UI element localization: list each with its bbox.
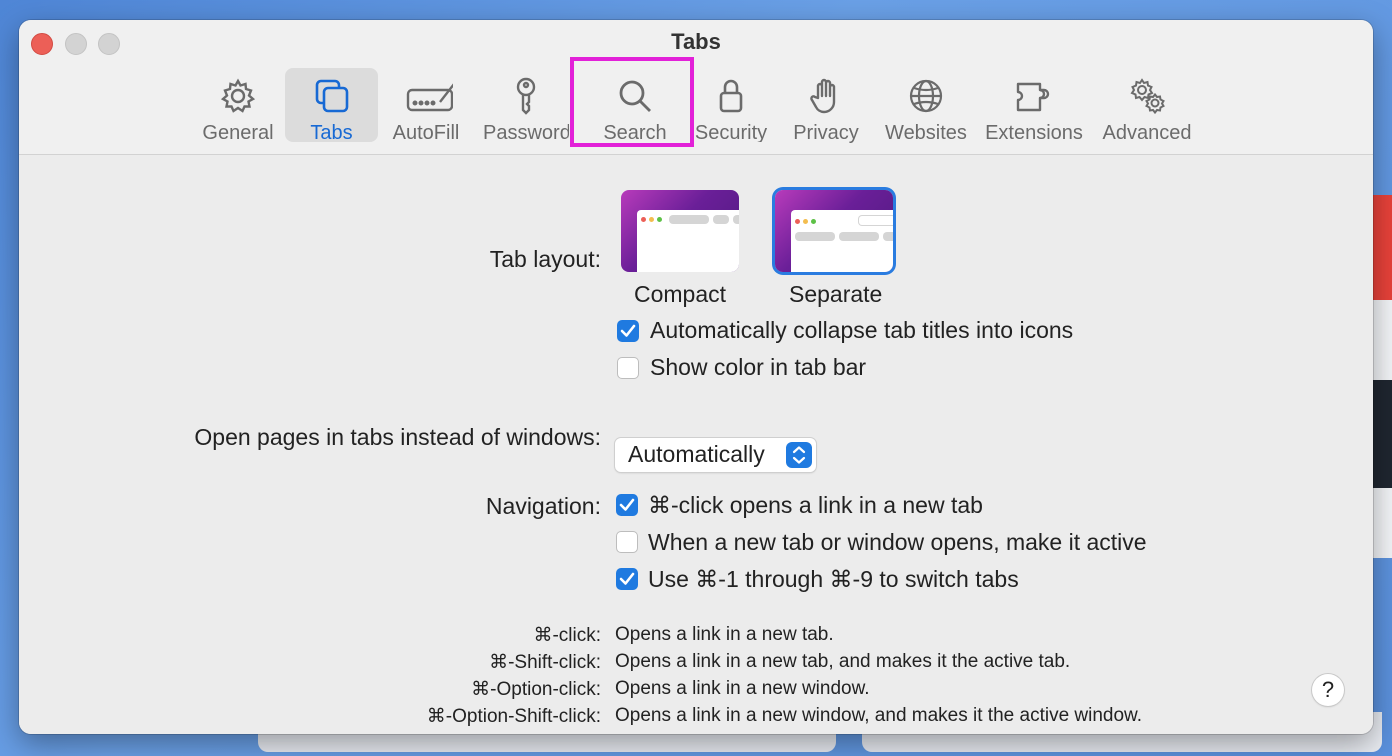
collapse-titles-checkbox[interactable] [617,320,639,342]
tab-extensions[interactable]: Extensions [981,68,1087,144]
cmd-numbers-label: Use ⌘-1 through ⌘-9 to switch tabs [648,566,1019,592]
tab-general[interactable]: General [194,68,282,144]
open-pages-label: Open pages in tabs instead of windows: [194,424,601,450]
tab-advanced[interactable]: Advanced [1097,68,1197,144]
titlebar: Tabs General Tabs AutoFill Password Sear… [19,20,1373,155]
compact-tabbar [621,190,739,222]
tab-privacy-label: Privacy [793,122,859,144]
tab-general-label: General [202,122,274,144]
tab-tabs[interactable]: Tabs [285,68,378,144]
separate-label: Separate [789,281,883,307]
tabs-icon [315,79,348,113]
compact-layout-option[interactable] [621,190,739,272]
shortcut-key: ⌘-Shift-click: [489,652,601,673]
open-pages-popup[interactable]: Automatically [615,438,816,472]
tab-websites-label: Websites [885,122,967,144]
tab-advanced-label: Advanced [1102,122,1192,144]
checkmark-icon [619,498,635,511]
gears-icon [1130,78,1165,115]
tab-extensions-label: Extensions [985,122,1083,144]
compact-tab-pill-3 [733,215,739,224]
tab-passwords-label: Passwords [483,122,569,142]
separate-tab-pill [795,232,835,241]
globe-icon [909,79,943,113]
show-color-label: Show color in tab bar [650,354,867,380]
shortcut-desc: Opens a link in a new tab. [615,624,834,645]
navigation-label: Navigation: [485,493,601,519]
compact-tab-pill-2 [713,215,729,224]
checkmark-icon [619,572,635,585]
tab-security[interactable]: Security [687,68,775,142]
separate-dot-red [795,219,800,224]
window-title: Tabs [671,29,721,54]
puzzle-icon [1016,82,1050,112]
hand-icon [810,78,836,114]
compact-label: Compact [634,281,727,307]
background-window-light-2 [1370,488,1392,558]
tab-autofill-label: AutoFill [392,122,460,144]
preferences-window: Tabs General Tabs AutoFill Password Sear… [19,20,1373,734]
compact-dot-green [657,217,662,222]
show-color-checkbox[interactable] [617,357,639,379]
tab-passwords[interactable]: Passwords [483,68,569,142]
cmd-click-label: ⌘-click opens a link in a new tab [648,492,983,518]
background-window-dark [1370,380,1392,488]
tabs-preferences-pane: Tab layout: Compact Separate Automatical… [19,155,1373,734]
shortcut-desc: Opens a link in a new window, and makes … [615,705,1143,726]
tab-autofill[interactable]: AutoFill [385,68,467,144]
separate-dot-green [811,219,816,224]
compact-dot-yellow [649,217,654,222]
gear-icon [220,78,256,113]
tab-privacy[interactable]: Privacy [783,68,869,144]
collapse-titles-label: Automatically collapse tab titles into i… [650,317,1074,343]
search-highlight-box [570,57,694,147]
tab-websites[interactable]: Websites [877,68,975,144]
compact-page [637,210,739,272]
separate-address-bar [859,216,893,225]
cmd-click-checkbox[interactable] [616,494,638,516]
make-active-checkbox[interactable] [616,531,638,553]
make-active-label: When a new tab or window opens, make it … [648,529,1147,555]
separate-page [791,210,893,272]
key-icon [516,77,536,115]
shortcut-key: ⌘-Option-click: [471,679,601,700]
autofill-icon [406,83,453,112]
open-pages-value: Automatically [628,441,765,467]
separate-tab-pill-3 [883,232,893,241]
cmd-numbers-checkbox[interactable] [616,568,638,590]
compact-tab-pill [669,215,709,224]
compact-dot-red [641,217,646,222]
lock-icon [719,79,743,113]
shortcut-key: ⌘-Option-Shift-click: [426,706,601,727]
tab-security-label: Security [694,122,768,142]
help-button[interactable]: ? [1312,674,1344,706]
tab-layout-label: Tab layout: [489,246,601,272]
separate-layout-option[interactable] [775,190,893,272]
shortcut-key: ⌘-click: [533,625,601,646]
background-window-red [1370,195,1392,300]
checkmark-icon [620,324,636,337]
chevron-updown-icon [786,442,812,468]
background-window-light [1370,300,1392,380]
shortcut-desc: Opens a link in a new window. [615,678,870,699]
separate-tab-pill-2 [839,232,879,241]
shortcut-desc: Opens a link in a new tab, and makes it … [615,651,1071,672]
tab-tabs-label: Tabs [310,122,353,144]
separate-dot-yellow [803,219,808,224]
